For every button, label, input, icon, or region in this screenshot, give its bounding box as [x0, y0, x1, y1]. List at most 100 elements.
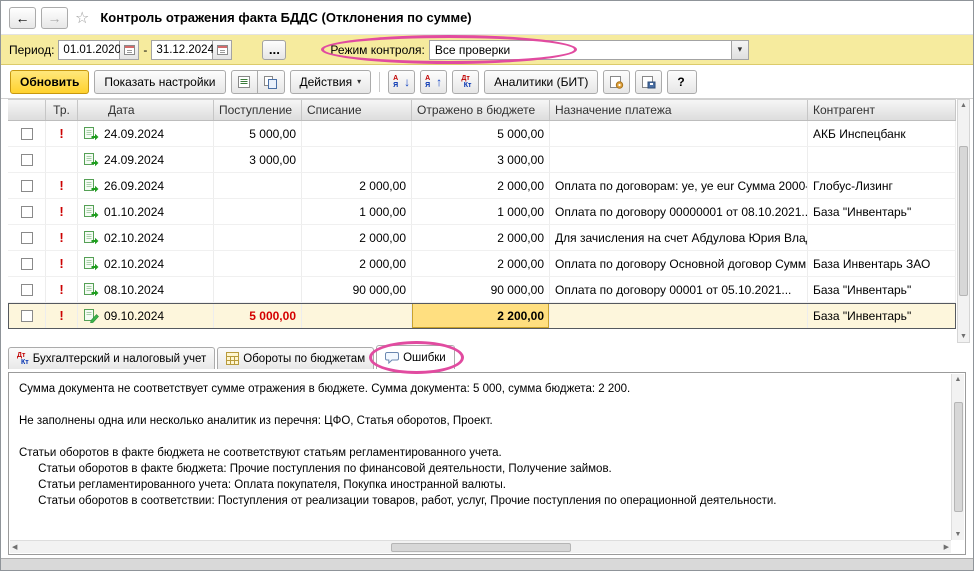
scrollbar-thumb[interactable]	[959, 146, 968, 296]
header-tr[interactable]: Тр.	[46, 100, 78, 120]
sort-descending-button[interactable]: АЯ↓	[388, 70, 415, 94]
header-budget[interactable]: Отражено в бюджете	[412, 100, 550, 120]
scroll-left-arrow-icon[interactable]: ◀	[12, 543, 17, 551]
tab-accounting[interactable]: ДтКт Бухгалтерский и налоговый учет	[8, 347, 215, 369]
scroll-down-arrow-icon[interactable]: ▼	[955, 529, 962, 540]
calendar-button[interactable]	[120, 40, 139, 60]
scroll-up-arrow-icon[interactable]: ▲	[955, 374, 962, 385]
row-checkbox-cell[interactable]	[8, 121, 46, 147]
table-row[interactable]: !26.09.20242 000,002 000,00Оплата по дог…	[8, 173, 956, 199]
analytics-bit-button[interactable]: Аналитики (БИТ)	[484, 70, 598, 94]
row-checkbox[interactable]	[21, 154, 33, 166]
errors-vertical-scrollbar[interactable]: ▲ ▼	[951, 374, 964, 540]
sort-ascending-button[interactable]: АЯ↑	[420, 70, 447, 94]
tab-errors[interactable]: Ошибки	[376, 345, 455, 369]
cell-income	[214, 199, 302, 225]
period-from-input[interactable]: 01.01.2020	[58, 40, 120, 60]
document-edited-icon	[83, 308, 99, 323]
table-row[interactable]: !24.09.20245 000,005 000,00АКБ Инспецбан…	[8, 121, 956, 147]
header-select-column[interactable]	[8, 100, 46, 120]
cell-contragent: Глобус-Лизинг	[808, 173, 956, 199]
debit-credit-button[interactable]: ДтКт	[452, 70, 479, 94]
cell-purpose	[550, 147, 808, 173]
calendar-button[interactable]	[213, 40, 232, 60]
refresh-button[interactable]: Обновить	[10, 70, 89, 94]
control-mode-dropdown-button[interactable]: ▾	[731, 41, 748, 59]
table-row[interactable]: !09.10.20245 000,002 200,00База "Инвента…	[8, 303, 956, 329]
cell-contragent: АКБ Инспецбанк	[808, 121, 956, 147]
row-checkbox-cell[interactable]	[8, 251, 46, 277]
cell-income	[214, 173, 302, 199]
cell-purpose	[550, 303, 808, 329]
table-vertical-scrollbar[interactable]: ▲ ▼	[957, 99, 970, 343]
control-mode-input[interactable]: Все проверки ▾	[429, 40, 749, 60]
cell-income	[214, 225, 302, 251]
row-checkbox-cell[interactable]	[8, 277, 46, 303]
output-list-button[interactable]	[231, 70, 258, 94]
table-row[interactable]: !02.10.20242 000,002 000,00Для зачислени…	[8, 225, 956, 251]
copy-icon	[263, 75, 278, 89]
errors-text: Сумма документа не соответствует сумме о…	[19, 381, 941, 509]
save-sheet-icon	[641, 75, 656, 89]
forward-button[interactable]: →	[41, 7, 68, 29]
title-bar: ← → ☆ Контроль отражения факта БДДС (Отк…	[1, 1, 973, 35]
calendar-icon	[217, 44, 228, 55]
row-checkbox[interactable]	[21, 180, 33, 192]
cell-date: 01.10.2024	[78, 199, 214, 225]
error-line: Статьи оборотов в факте бюджета не соотв…	[19, 445, 941, 461]
row-checkbox[interactable]	[21, 232, 33, 244]
header-expense[interactable]: Списание	[302, 100, 412, 120]
period-to-group: 31.12.2024	[151, 40, 232, 60]
row-checkbox-cell[interactable]	[8, 173, 46, 199]
row-checkbox-cell[interactable]	[8, 199, 46, 225]
scrollbar-thumb[interactable]	[391, 543, 571, 552]
cell-date: 09.10.2024	[78, 303, 214, 329]
cell-purpose: Оплата по договору 00001 от 05.10.2021..…	[550, 277, 808, 303]
header-date[interactable]: Дата	[78, 100, 214, 120]
report-settings-button[interactable]	[603, 70, 630, 94]
header-purpose[interactable]: Назначение платежа	[550, 100, 808, 120]
back-button[interactable]: ←	[9, 7, 36, 29]
save-settings-button[interactable]	[635, 70, 662, 94]
period-to-input[interactable]: 31.12.2024	[151, 40, 213, 60]
scrollbar-thumb[interactable]	[954, 402, 963, 512]
cell-expense: 2 000,00	[302, 225, 412, 251]
header-contragent[interactable]: Контрагент	[808, 100, 956, 120]
tab-budget-turnover[interactable]: Обороты по бюджетам	[217, 347, 374, 369]
settings-sheet-icon	[609, 75, 624, 89]
cell-purpose: Оплата по договорам: уе, уе eur Сумма 20…	[550, 173, 808, 199]
header-income[interactable]: Поступление	[214, 100, 302, 120]
scroll-up-arrow-icon[interactable]: ▲	[960, 100, 967, 111]
row-checkbox[interactable]	[21, 128, 33, 140]
table-row[interactable]: !02.10.20242 000,002 000,00Оплата по дог…	[8, 251, 956, 277]
copy-list-button[interactable]	[258, 70, 285, 94]
row-checkbox[interactable]	[21, 310, 33, 322]
table-row[interactable]: !01.10.20241 000,001 000,00Оплата по дог…	[8, 199, 956, 225]
favorite-star-icon[interactable]: ☆	[75, 8, 89, 28]
scroll-down-arrow-icon[interactable]: ▼	[960, 331, 967, 342]
cell-budget: 2 000,00	[412, 173, 550, 199]
scroll-right-arrow-icon[interactable]: ▶	[944, 543, 949, 551]
table-row[interactable]: 24.09.20243 000,003 000,00	[8, 147, 956, 173]
debit-credit-icon: ДтКт	[460, 75, 472, 89]
row-checkbox[interactable]	[21, 206, 33, 218]
row-checkbox-cell[interactable]	[8, 147, 46, 173]
row-checkbox-cell[interactable]	[8, 303, 46, 329]
help-button[interactable]: ?	[667, 70, 697, 94]
cell-budget: 2 200,00	[412, 303, 550, 329]
tab-label: Обороты по бюджетам	[243, 353, 365, 365]
show-settings-button[interactable]: Показать настройки	[94, 70, 225, 94]
cell-date: 26.09.2024	[78, 173, 214, 199]
control-mode-label: Режим контроля:	[330, 43, 424, 57]
errors-horizontal-scrollbar[interactable]: ◀ ▶	[10, 540, 951, 553]
row-checkbox[interactable]	[21, 258, 33, 270]
row-checkbox[interactable]	[21, 284, 33, 296]
period-more-button[interactable]: ...	[262, 40, 286, 60]
cell-budget: 90 000,00	[412, 277, 550, 303]
table-row[interactable]: !08.10.202490 000,0090 000,00Оплата по д…	[8, 277, 956, 303]
actions-button[interactable]: Действия▾	[290, 70, 372, 94]
cell-purpose	[550, 121, 808, 147]
back-arrow-icon: ←	[16, 10, 30, 26]
chevron-down-icon: ▾	[357, 77, 361, 86]
row-checkbox-cell[interactable]	[8, 225, 46, 251]
